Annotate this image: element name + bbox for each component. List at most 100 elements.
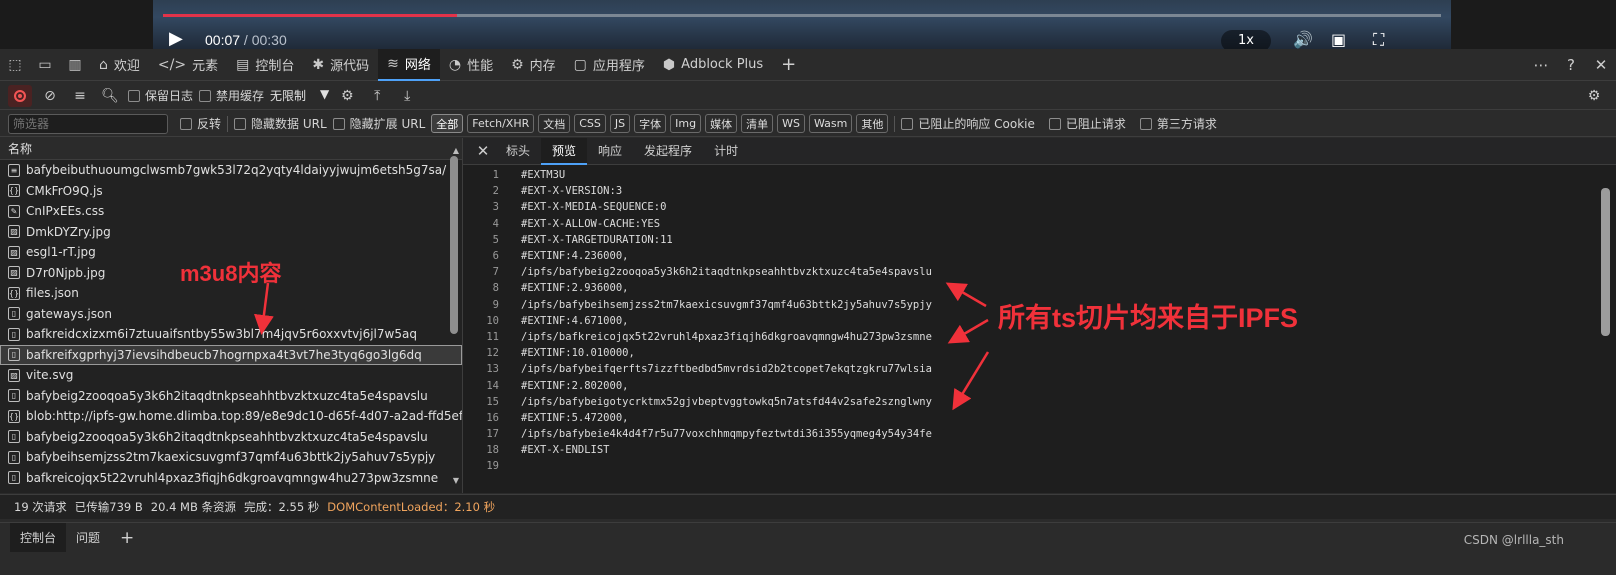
dock-side-icon[interactable]: ▥ bbox=[60, 49, 90, 81]
detail-tab[interactable]: 预览 bbox=[541, 137, 588, 165]
performance-icon: ◔ bbox=[448, 56, 462, 73]
request-row[interactable]: ▯ bafybeihsemjzss2tm7kaexicsuvgmf37qmf4u6… bbox=[0, 447, 462, 468]
third-party-checkbox[interactable]: 第三方请求 bbox=[1139, 115, 1217, 132]
name-column-header[interactable]: 名称 bbox=[0, 138, 462, 160]
add-tab-button[interactable]: + bbox=[772, 49, 805, 81]
more-icon[interactable]: ⋯ bbox=[1526, 56, 1556, 74]
filter-chip[interactable]: Wasm bbox=[808, 114, 853, 133]
help-icon[interactable]: ? bbox=[1556, 56, 1586, 74]
video-progress-bar[interactable] bbox=[163, 14, 1441, 17]
tab-1[interactable]: </> 元素 bbox=[149, 49, 227, 81]
request-row[interactable]: ▯ bafkreidcxizxm6i7ztuuaifsntby55w3bl7m4j… bbox=[0, 324, 462, 345]
preview-scrollbar[interactable] bbox=[1601, 188, 1610, 336]
clear-icon[interactable]: ⊘ bbox=[38, 88, 62, 104]
disable-cache-checkbox[interactable]: 禁用缓存 bbox=[199, 87, 264, 104]
hide-data-url-label: 隐藏数据 URL bbox=[251, 117, 327, 131]
filter-chip[interactable]: JS bbox=[609, 114, 631, 133]
close-detail-icon[interactable]: ✕ bbox=[471, 142, 495, 160]
checkbox-box bbox=[332, 117, 345, 130]
code-line: 19 bbox=[463, 458, 1563, 474]
tab-4[interactable]: ≋ 网络 bbox=[378, 48, 440, 81]
preserve-log-checkbox[interactable]: 保留日志 bbox=[128, 87, 193, 104]
request-list: 名称 ≡ bafybeibuthuoumgclwsmb7gwk53l72q2yqt… bbox=[0, 138, 463, 493]
settings-icon[interactable]: ⚙ bbox=[1582, 88, 1606, 104]
tab-label: 应用程序 bbox=[592, 59, 645, 74]
pip-icon[interactable]: ▣ bbox=[1331, 30, 1346, 49]
request-row[interactable]: ▯ bafybeig2zooqoa5y3k6h2itaqdtnkpseahhtbv… bbox=[0, 427, 462, 448]
filter-bar: 反转 隐藏数据 URL 隐藏扩展 URL 全部Fetch/XHR文档CSSJS字… bbox=[0, 111, 1616, 137]
tab-2[interactable]: ▤ 控制台 bbox=[227, 49, 303, 81]
throttle-select[interactable]: 无限制 ▼ bbox=[270, 87, 329, 104]
record-button[interactable] bbox=[8, 84, 32, 107]
device-toolbar-icon[interactable]: ▭ bbox=[30, 49, 60, 81]
dom-content-loaded-time: DOMContentLoaded：2.10 秒 bbox=[327, 500, 496, 514]
list-scrollbar[interactable] bbox=[450, 156, 458, 334]
code-line: 4 #EXT-X-ALLOW-CACHE:YES bbox=[463, 216, 1563, 232]
filter-input[interactable] bbox=[8, 113, 168, 134]
detail-tab[interactable]: 标头 bbox=[495, 138, 541, 165]
scroll-up-icon[interactable]: ▲ bbox=[453, 146, 459, 155]
upload-icon[interactable]: ⤒ bbox=[365, 88, 389, 104]
request-row[interactable]: ▨ vite.svg bbox=[0, 365, 462, 386]
filter-chip[interactable]: 全部 bbox=[431, 114, 464, 133]
invert-checkbox[interactable]: 反转 bbox=[180, 115, 221, 132]
line-number: 18 bbox=[486, 444, 499, 457]
blocked-cookie-checkbox[interactable]: 已阻止的响应 Cookie bbox=[901, 115, 1035, 132]
blocked-cookie-label: 已阻止的响应 Cookie bbox=[918, 117, 1035, 131]
close-icon[interactable]: ✕ bbox=[1586, 56, 1616, 74]
request-row[interactable]: ✎ CnIPxEEs.css bbox=[0, 201, 462, 222]
filter-chip[interactable]: Img bbox=[670, 114, 702, 133]
filter-chip[interactable]: 文档 bbox=[538, 114, 571, 133]
filter-chip[interactable]: 字体 bbox=[634, 114, 667, 133]
file-icon: ▯ bbox=[8, 471, 20, 485]
request-row[interactable]: ▯ bafkreicojqx5t22vruhl4pxaz3fiqjh6dkgroa… bbox=[0, 468, 462, 489]
tab-8[interactable]: ⬢ Adblock Plus bbox=[654, 49, 772, 81]
add-drawer-tab-icon[interactable]: + bbox=[110, 523, 144, 553]
inspect-icon[interactable]: ⬚ bbox=[0, 49, 30, 81]
filter-chip[interactable]: 媒体 bbox=[705, 114, 738, 133]
memory-icon: ⚙ bbox=[511, 56, 524, 73]
request-row[interactable]: {} CMkFrO9Q.js bbox=[0, 181, 462, 202]
download-icon[interactable]: ⤓ bbox=[395, 88, 419, 104]
filter-chip[interactable]: WS bbox=[777, 114, 805, 133]
search-icon[interactable]: 🔍︎ bbox=[98, 88, 122, 104]
tab-console-drawer[interactable]: 控制台 bbox=[10, 522, 67, 553]
request-row[interactable]: {} blob:http://ipfs-gw.home.dlimba.top:89… bbox=[0, 406, 462, 427]
code-line: 3 #EXT-X-MEDIA-SEQUENCE:0 bbox=[463, 199, 1563, 215]
request-row[interactable]: ▨ DmkDYZry.jpg bbox=[0, 222, 462, 243]
volume-icon[interactable]: 🔊 bbox=[1293, 30, 1313, 49]
hide-data-url-checkbox[interactable]: 隐藏数据 URL bbox=[234, 115, 327, 132]
request-row[interactable]: ▯ gateways.json bbox=[0, 304, 462, 325]
code-line: 14 #EXTINF:2.802000, bbox=[463, 377, 1563, 393]
ipfs-annotation: 所有ts切片均来自于IPFS bbox=[998, 303, 1299, 333]
tab-3[interactable]: ✱ 源代码 bbox=[303, 49, 378, 81]
network-conditions-icon[interactable]: ⚙ bbox=[335, 88, 359, 104]
filter-icon[interactable]: ≡ bbox=[68, 88, 92, 104]
filter-chip[interactable]: 清单 bbox=[741, 114, 774, 133]
tab-0[interactable]: ⌂ 欢迎 bbox=[90, 49, 149, 81]
detail-tab[interactable]: 响应 bbox=[587, 138, 633, 165]
request-row[interactable]: ▯ bafkreifxgprhyj37ievsihdbeucb7hogrnpxa4… bbox=[0, 344, 462, 365]
tab-6[interactable]: ⚙ 内存 bbox=[502, 49, 565, 81]
tab-5[interactable]: ◔ 性能 bbox=[440, 49, 502, 81]
script-icon: {} bbox=[8, 409, 20, 423]
fullscreen-icon[interactable]: ⛶ bbox=[1373, 30, 1384, 50]
blocked-requests-label: 已阻止请求 bbox=[1065, 117, 1126, 131]
request-row[interactable]: ▯ bafybeig2zooqoa5y3k6h2itaqdtnkpseahhtbv… bbox=[0, 386, 462, 407]
scroll-down-icon[interactable]: ▼ bbox=[453, 476, 459, 485]
divider bbox=[894, 115, 896, 132]
tab-label: 欢迎 bbox=[113, 59, 140, 74]
filter-chip[interactable]: 其他 bbox=[856, 114, 889, 133]
detail-tab[interactable]: 计时 bbox=[703, 138, 749, 165]
filter-chip[interactable]: CSS bbox=[574, 114, 606, 133]
hide-extension-url-checkbox[interactable]: 隐藏扩展 URL bbox=[332, 115, 425, 132]
play-icon[interactable]: ▶ bbox=[169, 28, 183, 49]
request-row[interactable]: ≡ bafybeibuthuoumgclwsmb7gwk53l72q2yqty4l… bbox=[0, 160, 462, 181]
blocked-requests-checkbox[interactable]: 已阻止请求 bbox=[1048, 115, 1126, 132]
detail-tab[interactable]: 发起程序 bbox=[633, 138, 703, 165]
filter-chip[interactable]: Fetch/XHR bbox=[467, 114, 535, 133]
tab-7[interactable]: ▢ 应用程序 bbox=[565, 49, 654, 81]
code-line: 2 #EXT-X-VERSION:3 bbox=[463, 183, 1563, 199]
video-progress-fill bbox=[163, 14, 457, 17]
tab-issues[interactable]: 问题 bbox=[66, 523, 110, 553]
